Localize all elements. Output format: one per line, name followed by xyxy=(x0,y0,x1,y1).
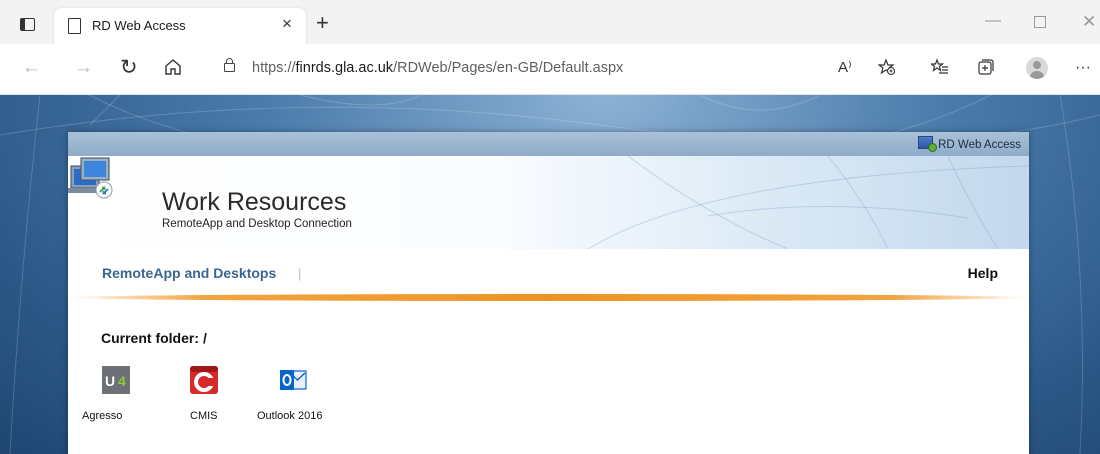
profile-icon[interactable] xyxy=(1026,57,1048,79)
refresh-icon[interactable]: ↻ xyxy=(120,57,138,78)
page-viewport: RD Web Access Work Resources RemoteApp a… xyxy=(0,95,1100,454)
address-bar[interactable]: https://finrds.gla.ac.uk/RDWeb/Pages/en-… xyxy=(205,52,875,86)
favorites-icon[interactable] xyxy=(929,58,949,82)
svg-text:U: U xyxy=(105,373,115,389)
help-link[interactable]: Help xyxy=(968,265,998,281)
minimize-button[interactable]: — xyxy=(985,12,1001,30)
app-label: Agresso xyxy=(82,410,123,422)
panel-topbar: RD Web Access xyxy=(68,132,1029,156)
page-icon xyxy=(68,18,81,34)
cmis-icon xyxy=(190,366,218,394)
svg-text:4: 4 xyxy=(118,373,126,389)
home-icon[interactable] xyxy=(164,58,182,81)
collections-icon[interactable] xyxy=(977,58,995,82)
agresso-icon: U 4 xyxy=(102,366,130,394)
remoteapp-desktops-link[interactable]: RemoteApp and Desktops xyxy=(102,265,276,281)
page-title: Work Resources xyxy=(162,188,347,216)
orange-divider xyxy=(68,294,1029,301)
remoteapp-logo xyxy=(68,157,113,199)
rd-web-access-icon xyxy=(918,136,938,152)
lock-icon[interactable] xyxy=(224,58,235,72)
nav-row: RemoteApp and Desktops | Help xyxy=(68,249,1029,293)
outlook-icon xyxy=(280,370,307,390)
browser-toolbar: ← → ↻ https://finrds.gla.ac.uk/RDWeb/Pag… xyxy=(0,44,1100,95)
read-aloud-icon[interactable]: A⁾ xyxy=(838,58,852,78)
app-label: Outlook 2016 xyxy=(257,410,323,422)
app-label: CMIS xyxy=(190,410,218,422)
tab-actions-icon[interactable] xyxy=(18,16,38,32)
tab-rd-web-access[interactable]: RD Web Access × xyxy=(54,8,306,44)
rd-web-panel: RD Web Access Work Resources RemoteApp a… xyxy=(68,132,1029,454)
tab-bar: RD Web Access × + — ✕ xyxy=(0,0,1100,44)
tab-title: RD Web Access xyxy=(92,18,186,33)
url-text[interactable]: https://finrds.gla.ac.uk/RDWeb/Pages/en-… xyxy=(252,60,623,76)
add-favorite-icon[interactable] xyxy=(877,58,896,82)
current-folder: Current folder: / xyxy=(101,330,207,346)
back-icon[interactable]: ← xyxy=(22,58,41,78)
close-window-button[interactable]: ✕ xyxy=(1082,12,1096,32)
more-icon[interactable]: ··· xyxy=(1075,58,1091,78)
forward-icon[interactable]: → xyxy=(74,58,93,78)
page-subtitle: RemoteApp and Desktop Connection xyxy=(162,218,352,230)
nav-separator: | xyxy=(298,266,302,281)
rd-web-access-label: RD Web Access xyxy=(918,136,1021,152)
header-banner: Work Resources RemoteApp and Desktop Con… xyxy=(68,156,1029,249)
maximize-button[interactable] xyxy=(1034,12,1046,33)
new-tab-button[interactable]: + xyxy=(316,12,329,34)
close-tab-icon[interactable]: × xyxy=(282,14,292,34)
